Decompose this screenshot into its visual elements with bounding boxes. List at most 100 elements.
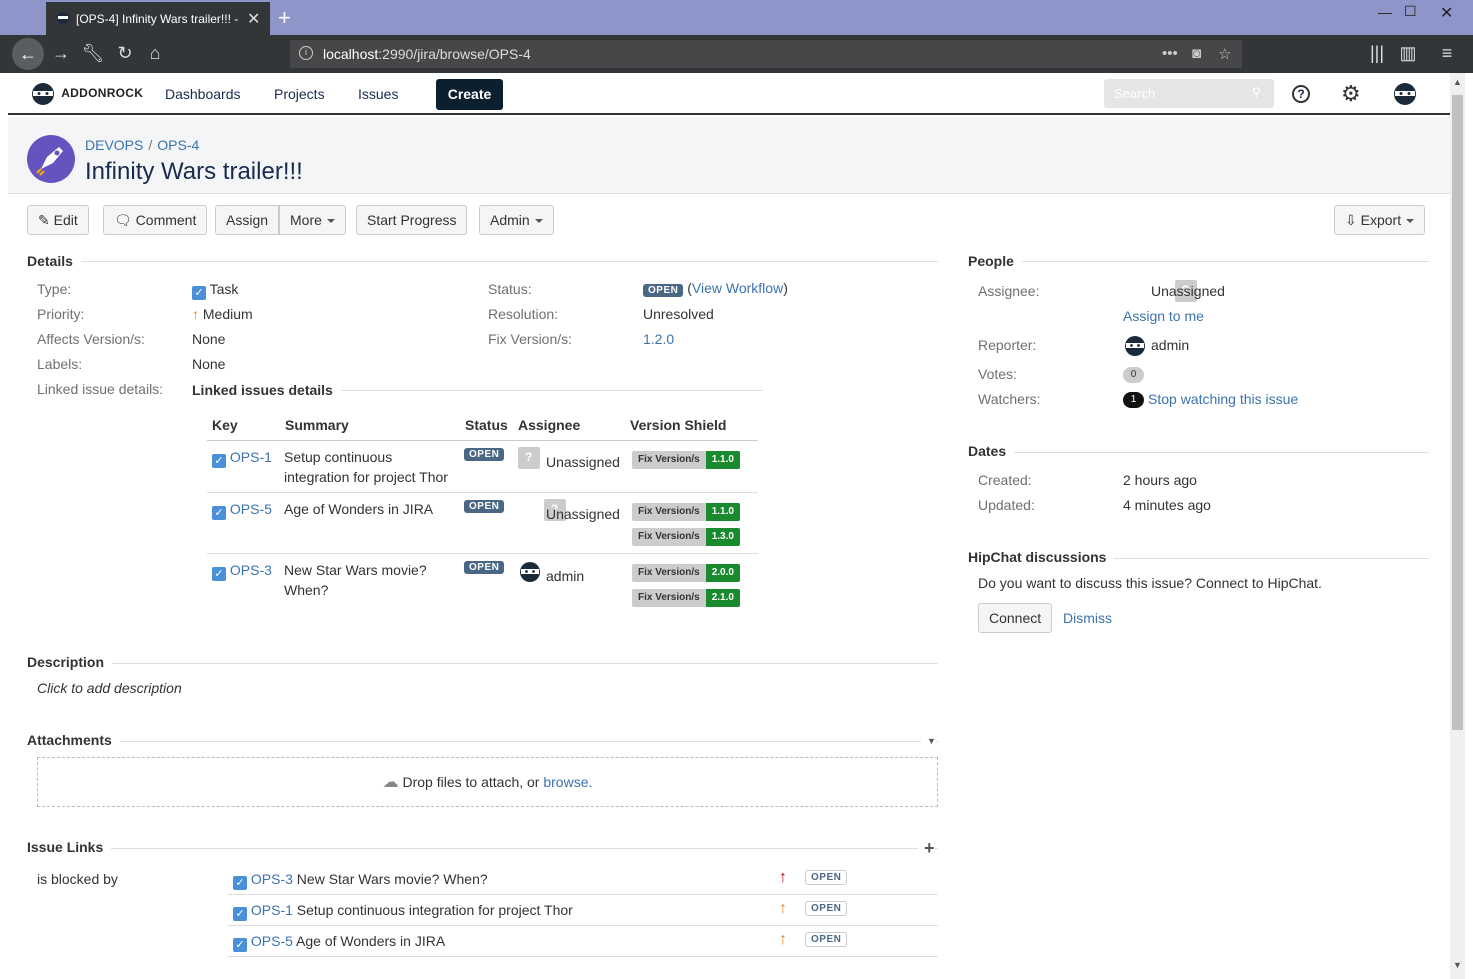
affects-label: Affects Version/s: bbox=[37, 331, 145, 347]
divider bbox=[27, 848, 938, 849]
admin-button[interactable]: Admin bbox=[479, 205, 554, 235]
assign-to-me-link[interactable]: Assign to me bbox=[1123, 308, 1204, 324]
divider bbox=[207, 553, 758, 554]
summary-text: New Star Wars movie? bbox=[284, 562, 427, 578]
stop-watching-link[interactable]: Stop watching this issue bbox=[1148, 391, 1298, 407]
chevron-down-icon bbox=[1406, 219, 1415, 224]
assign-button[interactable]: Assign bbox=[215, 205, 280, 235]
maximize-icon[interactable]: ☐ bbox=[1404, 3, 1417, 20]
status-value: OPEN (View Workflow) bbox=[643, 280, 788, 297]
fix-version-link[interactable]: 1.2.0 bbox=[643, 331, 674, 347]
assignee-text: admin bbox=[546, 568, 585, 584]
new-tab-icon[interactable]: + bbox=[278, 5, 291, 31]
version-shield: Fix Version/s 2.0.0 bbox=[632, 564, 740, 582]
table-row: ✓ OPS-5 bbox=[212, 501, 272, 520]
start-progress-button[interactable]: Start Progress bbox=[356, 205, 468, 235]
issue-key-link[interactable]: OPS-3 bbox=[251, 871, 293, 887]
dropzone-text: Drop files to attach, or bbox=[402, 774, 544, 790]
more-button[interactable]: More bbox=[279, 205, 346, 235]
assignee-label: Assignee: bbox=[978, 283, 1040, 299]
divider bbox=[27, 261, 938, 262]
connect-button[interactable]: Connect bbox=[978, 603, 1053, 633]
dates-heading: Dates bbox=[968, 443, 1015, 459]
status-lozenge: OPEN bbox=[643, 284, 684, 297]
details-heading: Details bbox=[27, 253, 81, 269]
divider bbox=[27, 663, 938, 664]
breadcrumb-project[interactable]: DEVOPS bbox=[85, 137, 143, 153]
home-icon[interactable]: ⌂ bbox=[142, 43, 168, 64]
watchers-label: Watchers: bbox=[978, 391, 1041, 407]
breadcrumb-issue-key[interactable]: OPS-4 bbox=[157, 137, 199, 153]
comment-button[interactable]: 🗨︎ Comment bbox=[103, 205, 208, 235]
nav-issues[interactable]: Issues bbox=[358, 86, 398, 102]
divider bbox=[27, 741, 938, 742]
page-actions-icon[interactable]: ••• bbox=[1162, 45, 1178, 62]
browser-tab[interactable]: [OPS-4] Infinity Wars trailer!!! - ✕ bbox=[46, 2, 270, 35]
reload-icon[interactable]: ↻ bbox=[112, 43, 138, 64]
divider bbox=[228, 894, 938, 895]
addonrock-logo[interactable]: ADDONROCK bbox=[28, 80, 143, 108]
issue-key-link[interactable]: OPS-5 bbox=[230, 501, 272, 517]
library-icon[interactable]: ||| bbox=[1364, 43, 1390, 64]
admin-avatar-icon bbox=[1125, 336, 1145, 356]
attachment-dropzone[interactable]: ☁ Drop files to attach, or browse. bbox=[37, 757, 938, 807]
labels-value[interactable]: None bbox=[192, 356, 225, 372]
bookmark-star-icon[interactable]: ☆ bbox=[1218, 45, 1231, 63]
help-icon[interactable]: ? bbox=[1292, 85, 1310, 103]
description-field[interactable]: Click to add description bbox=[37, 680, 182, 696]
menu-icon[interactable]: ≡ bbox=[1434, 43, 1460, 64]
status-lozenge: OPEN bbox=[805, 932, 848, 947]
nav-projects[interactable]: Projects bbox=[274, 86, 325, 102]
sidebar-icon[interactable]: ▥ bbox=[1395, 43, 1421, 64]
issue-key-link[interactable]: OPS-5 bbox=[251, 933, 293, 949]
export-button[interactable]: ⇩ Export bbox=[1334, 205, 1426, 235]
user-avatar-icon[interactable] bbox=[1392, 81, 1418, 107]
updated-value: 4 minutes ago bbox=[1123, 497, 1211, 513]
watchers-count-badge[interactable]: 1 bbox=[1123, 392, 1144, 408]
forward-icon[interactable]: → bbox=[48, 43, 74, 64]
view-workflow-link[interactable]: View Workflow bbox=[692, 280, 783, 296]
edit-button[interactable]: ✎ Edit bbox=[27, 205, 89, 235]
divider bbox=[207, 440, 758, 441]
settings-gear-icon[interactable]: ⚙ bbox=[1341, 81, 1361, 107]
url-bar[interactable]: i localhost:2990/jira/browse/OPS-4 ••• ◙… bbox=[290, 40, 1242, 68]
task-icon: ✓ bbox=[212, 567, 226, 581]
search-input[interactable]: Search ⚲ bbox=[1104, 79, 1274, 108]
affects-value: None bbox=[192, 331, 226, 347]
dismiss-link[interactable]: Dismiss bbox=[1063, 610, 1112, 626]
linked-details-label: Linked issue details: bbox=[37, 381, 164, 397]
close-window-icon[interactable]: ✕ bbox=[1440, 3, 1453, 23]
nav-dashboards[interactable]: Dashboards bbox=[165, 86, 241, 102]
version-shield: Fix Version/s 1.1.0 bbox=[632, 451, 740, 469]
col-key: Key bbox=[212, 417, 238, 433]
task-icon: ✓ bbox=[192, 286, 206, 300]
assignee-text: Unassigned bbox=[546, 454, 620, 470]
add-link-icon[interactable]: + bbox=[918, 838, 935, 858]
browse-link[interactable]: browse. bbox=[543, 774, 592, 790]
issue-key-link[interactable]: OPS-1 bbox=[230, 449, 272, 465]
issue-key-link[interactable]: OPS-1 bbox=[251, 902, 293, 918]
close-tab-icon[interactable]: ✕ bbox=[247, 9, 260, 29]
type-label: Type: bbox=[37, 281, 72, 297]
browser-titlebar: [OPS-4] Infinity Wars trailer!!! - ✕ + —… bbox=[0, 0, 1473, 35]
scrollbar-thumb[interactable] bbox=[1452, 95, 1463, 730]
attachments-options-icon[interactable]: ▼ bbox=[921, 732, 936, 750]
status-lozenge: OPEN bbox=[464, 500, 505, 513]
scroll-down-icon[interactable]: ▼ bbox=[1453, 960, 1462, 970]
project-avatar[interactable] bbox=[27, 135, 75, 183]
status-lozenge: OPEN bbox=[805, 901, 848, 916]
wrench-icon[interactable]: 🔧︎ bbox=[80, 43, 106, 64]
issue-key-link[interactable]: OPS-3 bbox=[230, 562, 272, 578]
back-icon[interactable]: ← bbox=[12, 38, 44, 70]
site-info-icon[interactable]: i bbox=[299, 46, 313, 60]
url-path: :2990/jira/browse/OPS-4 bbox=[378, 46, 531, 62]
scroll-up-icon[interactable]: ▲ bbox=[1453, 77, 1462, 87]
summary-text: Setup continuous bbox=[284, 449, 393, 465]
issue-summary[interactable]: Infinity Wars trailer!!! bbox=[85, 158, 303, 186]
create-button[interactable]: Create bbox=[436, 79, 503, 110]
logo-text: ADDONROCK bbox=[61, 86, 144, 101]
votes-count-badge[interactable]: 0 bbox=[1123, 367, 1144, 383]
minimize-icon[interactable]: — bbox=[1378, 4, 1392, 20]
pocket-icon[interactable]: ◙ bbox=[1192, 45, 1201, 62]
list-item: ✓ OPS-3 New Star Wars movie? When? bbox=[233, 871, 488, 890]
